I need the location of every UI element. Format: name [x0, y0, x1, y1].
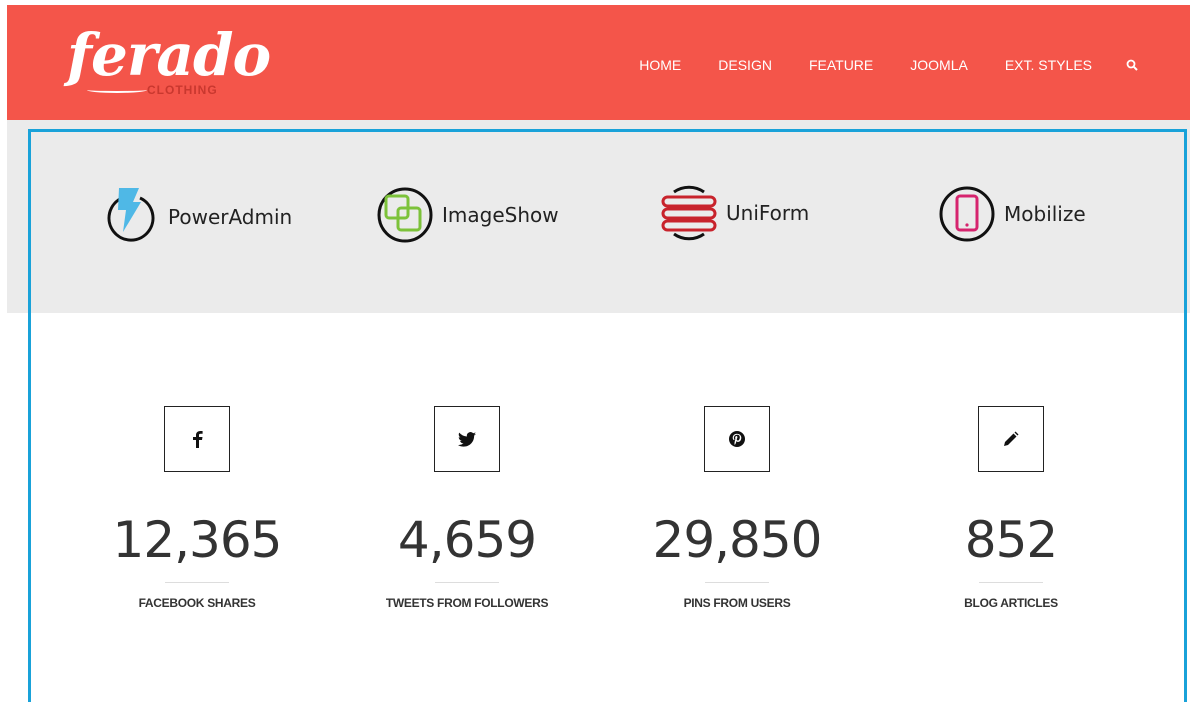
nav-home[interactable]: HOME [639, 57, 681, 73]
nav-feature[interactable]: FEATURE [809, 57, 873, 73]
nav-joomla[interactable]: JOOMLA [910, 57, 968, 73]
logo-wordmark: ferado [67, 21, 271, 89]
nav-design[interactable]: DESIGN [718, 57, 772, 73]
search-icon[interactable] [1124, 57, 1140, 73]
logo-tagline: CLOTHING [147, 83, 218, 97]
nav-ext-styles[interactable]: EXT. STYLES [1005, 57, 1092, 73]
site-logo[interactable]: ferado CLOTHING [67, 23, 271, 103]
site-header: ferado CLOTHING HOME DESIGN FEATURE JOOM… [7, 5, 1190, 120]
main-nav: HOME DESIGN FEATURE JOOMLA EXT. STYLES [602, 57, 1140, 73]
logo-swoosh [87, 87, 147, 93]
page: ferado CLOTHING HOME DESIGN FEATURE JOOM… [0, 0, 1196, 702]
selection-frame [28, 129, 1187, 702]
